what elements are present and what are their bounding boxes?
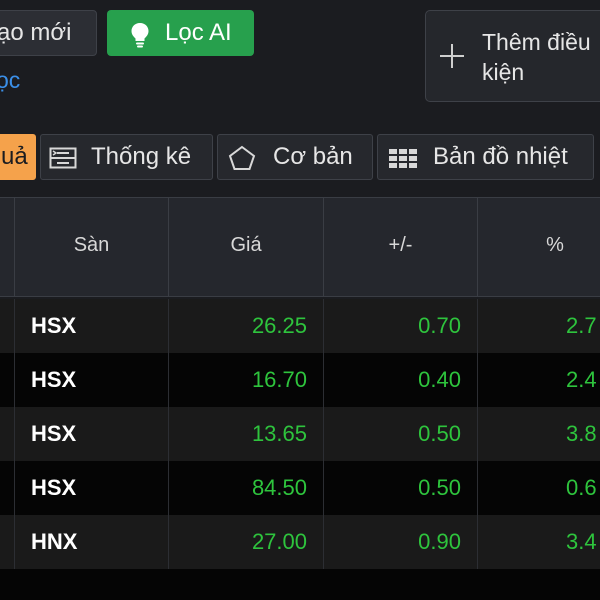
- price-cell: 13.65: [168, 407, 323, 461]
- table-row-partial: [0, 569, 600, 600]
- tab-label: Cơ bản: [273, 143, 353, 170]
- price-cell: 16.70: [168, 353, 323, 407]
- change-cell: 0.50: [323, 407, 477, 461]
- table-row[interactable]: HSX 26.25 0.70 2.7: [0, 299, 600, 353]
- ai-filter-button[interactable]: Lọc AI: [107, 10, 254, 56]
- exchange-cell: HSX: [14, 461, 168, 515]
- exchange-cell: HSX: [14, 353, 168, 407]
- change-cell: 0.40: [323, 353, 477, 407]
- column-header-change[interactable]: +/-: [323, 198, 477, 296]
- tab-heatmap[interactable]: Bản đồ nhiệt: [377, 134, 594, 180]
- stats-icon: [49, 147, 77, 169]
- heatmap-icon: [389, 149, 417, 168]
- tab-label: uả: [1, 143, 28, 170]
- price-cell: 84.50: [168, 461, 323, 515]
- lightbulb-icon: [131, 23, 149, 48]
- table-row[interactable]: HSX 84.50 0.50 0.6: [0, 461, 600, 515]
- column-header-exchange[interactable]: Sàn: [14, 198, 168, 296]
- filter-link[interactable]: ọc: [0, 64, 20, 96]
- change-cell: 0.70: [323, 299, 477, 353]
- stock-screener: ạo mới Lọc AI ọc Thêm điều kiện uả Thống…: [0, 0, 600, 600]
- table-header: Sàn Giá +/- %: [0, 197, 600, 297]
- table-row[interactable]: HSX 13.65 0.50 3.8: [0, 407, 600, 461]
- percent-cell: 2.4: [477, 353, 600, 407]
- column-header-price[interactable]: Giá: [168, 198, 323, 296]
- tab-label: Bản đồ nhiệt: [433, 143, 568, 170]
- add-condition-button[interactable]: Thêm điều kiện: [425, 10, 600, 102]
- percent-cell: 2.7: [477, 299, 600, 353]
- percent-cell: 0.6: [477, 461, 600, 515]
- exchange-cell: HSX: [14, 407, 168, 461]
- create-new-label: ạo mới: [0, 19, 72, 46]
- ai-filter-label: Lọc AI: [165, 19, 232, 46]
- column-header-percent[interactable]: %: [477, 198, 600, 296]
- pentagon-icon: [228, 145, 256, 170]
- tab-label: Thống kê: [91, 143, 192, 170]
- price-cell: 27.00: [168, 515, 323, 569]
- plus-icon: [440, 44, 464, 68]
- add-condition-label: Thêm điều kiện: [482, 29, 591, 85]
- tab-statistics[interactable]: Thống kê: [40, 134, 213, 180]
- tab-basic[interactable]: Cơ bản: [217, 134, 373, 180]
- change-cell: 0.90: [323, 515, 477, 569]
- table-row[interactable]: HNX 27.00 0.90 3.4: [0, 515, 600, 569]
- price-cell: 26.25: [168, 299, 323, 353]
- exchange-cell: HNX: [14, 515, 168, 569]
- create-new-button[interactable]: ạo mới: [0, 10, 97, 56]
- percent-cell: 3.8: [477, 407, 600, 461]
- exchange-cell: HSX: [14, 299, 168, 353]
- table-row[interactable]: HSX 16.70 0.40 2.4: [0, 353, 600, 407]
- percent-cell: 3.4: [477, 515, 600, 569]
- change-cell: 0.50: [323, 461, 477, 515]
- tab-results[interactable]: uả: [0, 134, 36, 180]
